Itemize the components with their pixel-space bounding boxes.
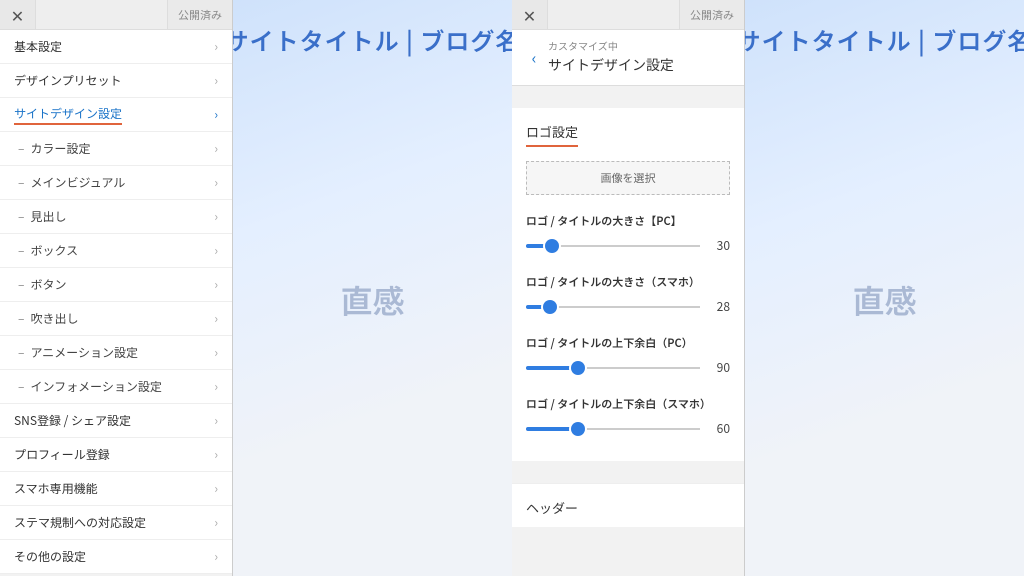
chevron-right-icon: › <box>214 344 218 361</box>
site-preview: サイトタイトル | ブログ名 直感 <box>745 0 1024 576</box>
slider-sp-padding[interactable] <box>526 421 700 437</box>
submenu-heading[interactable]: –見出し› <box>0 200 232 234</box>
preview-site-title: サイトタイトル | ブログ名 <box>745 22 1024 57</box>
breadcrumb-title: サイトデザイン設定 <box>548 55 674 75</box>
submenu-color[interactable]: –カラー設定› <box>0 132 232 166</box>
chevron-right-icon: › <box>214 106 218 123</box>
close-button[interactable]: ✕ <box>512 0 548 29</box>
section-title-logo: ロゴ設定 <box>526 122 578 147</box>
menu-basic[interactable]: 基本設定› <box>0 30 232 64</box>
slider-label-sp-padding: ロゴ / タイトルの上下余白（スマホ） <box>526 396 730 412</box>
chevron-right-icon: › <box>214 140 218 157</box>
close-button[interactable]: ✕ <box>0 0 36 29</box>
breadcrumb-context: カスタマイズ中 <box>548 38 674 53</box>
slider-pc-padding[interactable] <box>526 360 700 376</box>
menu-mobile[interactable]: スマホ専用機能› <box>0 472 232 506</box>
chevron-right-icon: › <box>214 208 218 225</box>
submenu-main-visual[interactable]: –メインビジュアル› <box>0 166 232 200</box>
submenu-box[interactable]: –ボックス› <box>0 234 232 268</box>
chevron-right-icon: › <box>214 72 218 89</box>
chevron-right-icon: › <box>214 378 218 395</box>
menu-other[interactable]: その他の設定› <box>0 540 232 574</box>
chevron-right-icon: › <box>214 446 218 463</box>
chevron-right-icon: › <box>214 548 218 565</box>
chevron-right-icon: › <box>214 514 218 531</box>
site-preview: サイトタイトル | ブログ名 直感 <box>233 0 512 576</box>
preview-hero-text: 直感 <box>852 277 916 323</box>
slider-value: 28 <box>708 298 730 315</box>
slider-label-sp-size: ロゴ / タイトルの大きさ（スマホ） <box>526 274 730 290</box>
chevron-right-icon: › <box>214 276 218 293</box>
chevron-right-icon: › <box>214 480 218 497</box>
slider-label-pc-size: ロゴ / タイトルの大きさ【PC】 <box>526 213 730 229</box>
chevron-right-icon: › <box>214 310 218 327</box>
publish-status: 公開済み <box>679 0 744 29</box>
chevron-right-icon: › <box>214 242 218 259</box>
menu-sns[interactable]: SNS登録 / シェア設定› <box>0 404 232 438</box>
chevron-right-icon: › <box>214 412 218 429</box>
customizer-menu: 基本設定› デザインプリセット› サイトデザイン設定› –カラー設定› –メイン… <box>0 30 232 574</box>
submenu-animation[interactable]: –アニメーション設定› <box>0 336 232 370</box>
chevron-right-icon: › <box>214 174 218 191</box>
publish-status: 公開済み <box>167 0 232 29</box>
slider-pc-size[interactable] <box>526 238 700 254</box>
menu-stealth[interactable]: ステマ規制への対応設定› <box>0 506 232 540</box>
chevron-right-icon: › <box>214 38 218 55</box>
image-select-button[interactable]: 画像を選択 <box>526 161 730 195</box>
submenu-speech[interactable]: –吹き出し› <box>0 302 232 336</box>
slider-value: 60 <box>708 420 730 437</box>
menu-profile[interactable]: プロフィール登録› <box>0 438 232 472</box>
slider-value: 30 <box>708 237 730 254</box>
preview-hero-text: 直感 <box>340 277 404 323</box>
preview-site-title: サイトタイトル | ブログ名 <box>233 22 512 57</box>
submenu-button[interactable]: –ボタン› <box>0 268 232 302</box>
breadcrumb: ‹ カスタマイズ中 サイトデザイン設定 <box>512 30 744 86</box>
back-button[interactable]: ‹ <box>522 42 546 72</box>
menu-site-design[interactable]: サイトデザイン設定› <box>0 98 232 132</box>
submenu-information[interactable]: –インフォメーション設定› <box>0 370 232 404</box>
slider-sp-size[interactable] <box>526 299 700 315</box>
slider-value: 90 <box>708 359 730 376</box>
slider-label-pc-padding: ロゴ / タイトルの上下余白（PC） <box>526 335 730 351</box>
section-title-header: ヘッダー <box>512 483 744 527</box>
menu-presets[interactable]: デザインプリセット› <box>0 64 232 98</box>
